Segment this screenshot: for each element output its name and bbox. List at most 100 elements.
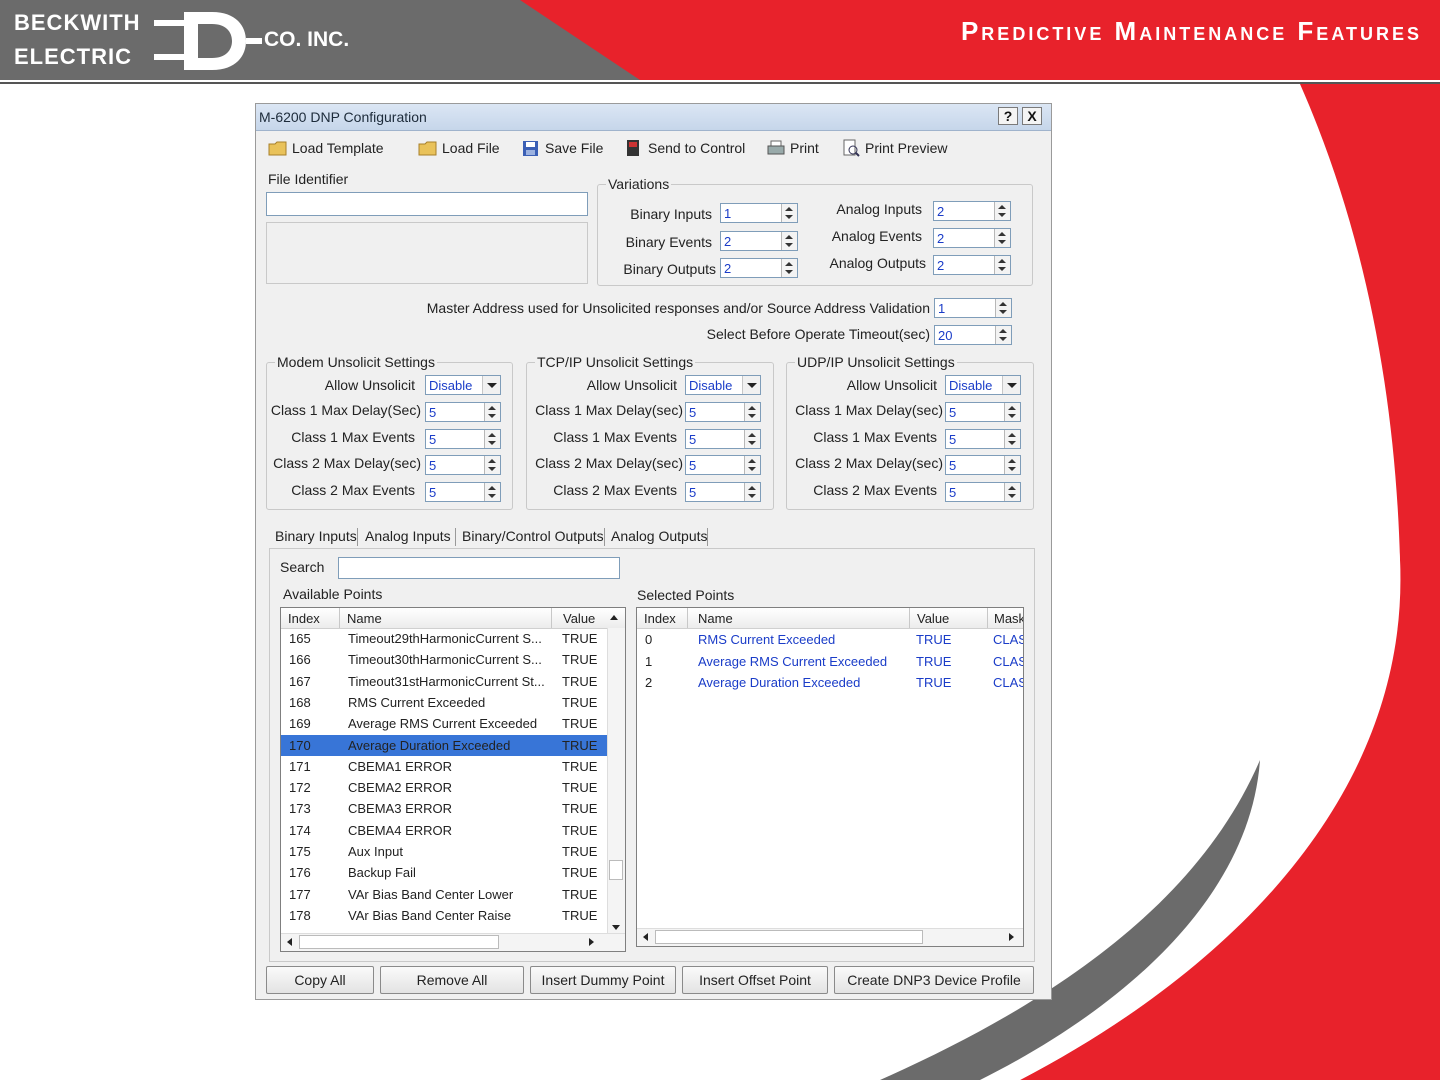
col-mask-header[interactable]: Mask <box>994 611 1023 626</box>
tcpip-c2-events-spinner[interactable]: 5 <box>685 482 761 502</box>
table-row[interactable]: 168 RMS Current Exceeded TRUE <box>281 692 609 713</box>
selected-horizontal-scrollbar[interactable] <box>637 928 1023 946</box>
binary-outputs-spinner[interactable]: 2 <box>720 258 798 278</box>
spinner-arrows-icon[interactable] <box>781 232 797 250</box>
spinner-arrows-icon[interactable] <box>744 430 760 448</box>
tab-binary-control-outputs[interactable]: Binary/Control Outputs <box>462 524 604 548</box>
spinner-arrows-icon[interactable] <box>484 430 500 448</box>
insert-offset-point-button[interactable]: Insert Offset Point <box>682 966 828 994</box>
tab-analog-outputs[interactable]: Analog Outputs <box>611 524 709 548</box>
udpip-c2-delay-spinner[interactable]: 5 <box>945 455 1021 475</box>
help-button[interactable]: ? <box>998 107 1018 125</box>
spinner-arrows-icon[interactable] <box>484 483 500 501</box>
remove-all-button[interactable]: Remove All <box>380 966 524 994</box>
table-row[interactable]: 165 Timeout29thHarmonicCurrent S... TRUE <box>281 628 609 649</box>
file-identifier-input[interactable] <box>266 192 588 216</box>
table-row[interactable]: 167 Timeout31stHarmonicCurrent St... TRUE <box>281 671 609 692</box>
tcpip-c1-events-spinner[interactable]: 5 <box>685 429 761 449</box>
col-index-header[interactable]: Index <box>288 611 320 626</box>
tab-binary-inputs[interactable]: Binary Inputs <box>269 524 357 548</box>
binary-events-spinner[interactable]: 2 <box>720 231 798 251</box>
spinner-arrows-icon[interactable] <box>1004 483 1020 501</box>
spinner-arrows-icon[interactable] <box>994 256 1010 274</box>
spinner-arrows-icon[interactable] <box>995 326 1011 344</box>
binary-inputs-spinner[interactable]: 1 <box>720 203 798 223</box>
udpip-c2-events-spinner[interactable]: 5 <box>945 482 1021 502</box>
tcpip-c2-delay-spinner[interactable]: 5 <box>685 455 761 475</box>
file-identifier-notes[interactable] <box>266 222 588 284</box>
col-value-header[interactable]: Value <box>563 611 595 626</box>
col-name-header[interactable]: Name <box>347 611 382 626</box>
chevron-down-icon[interactable] <box>482 376 500 394</box>
modem-c2-events-spinner[interactable]: 5 <box>425 482 501 502</box>
table-row[interactable]: 166 Timeout30thHarmonicCurrent S... TRUE <box>281 649 609 670</box>
copy-all-button[interactable]: Copy All <box>266 966 374 994</box>
insert-dummy-point-button[interactable]: Insert Dummy Point <box>530 966 676 994</box>
scroll-left-icon[interactable] <box>287 938 292 946</box>
scroll-thumb[interactable] <box>609 860 623 880</box>
spinner-arrows-icon[interactable] <box>781 259 797 277</box>
udpip-c1-delay-spinner[interactable]: 5 <box>945 402 1021 422</box>
col-name-header[interactable]: Name <box>698 611 733 626</box>
chevron-down-icon[interactable] <box>742 376 760 394</box>
table-row[interactable]: 169 Average RMS Current Exceeded TRUE <box>281 713 609 734</box>
table-row[interactable]: 1 Average RMS Current Exceeded TRUE CLAS <box>637 651 1023 672</box>
modem-c2-delay-spinner[interactable]: 5 <box>425 455 501 475</box>
scroll-thumb[interactable] <box>655 930 923 944</box>
search-input[interactable] <box>338 557 620 579</box>
modem-allow-select[interactable]: Disable <box>425 375 501 395</box>
table-row[interactable]: 170 Average Duration Exceeded TRUE <box>281 734 609 756</box>
modem-c1-delay-value: 5 <box>429 405 437 420</box>
modem-c1-events-spinner[interactable]: 5 <box>425 429 501 449</box>
analog-inputs-spinner[interactable]: 2 <box>933 201 1011 221</box>
modem-c1-delay-spinner[interactable]: 5 <box>425 402 501 422</box>
selected-points-list[interactable]: Index Name Value Mask 0 RMS Current Excee… <box>636 607 1024 947</box>
col-value-header[interactable]: Value <box>917 611 949 626</box>
available-points-list[interactable]: Index Name Value 165 Timeout29thHarmonicC… <box>280 607 626 952</box>
table-row[interactable]: 178 VAr Bias Band Center Raise TRUE <box>281 905 609 926</box>
spinner-arrows-icon[interactable] <box>995 299 1011 317</box>
udpip-allow-select[interactable]: Disable <box>945 375 1021 395</box>
spinner-arrows-icon[interactable] <box>484 403 500 421</box>
tcpip-allow-select[interactable]: Disable <box>685 375 761 395</box>
available-vertical-scrollbar[interactable] <box>607 628 625 936</box>
table-row[interactable]: 171 CBEMA1 ERROR TRUE <box>281 756 609 777</box>
create-dnp3-profile-button[interactable]: Create DNP3 Device Profile <box>834 966 1034 994</box>
tcpip-c1-delay-spinner[interactable]: 5 <box>685 402 761 422</box>
table-row[interactable]: 172 CBEMA2 ERROR TRUE <box>281 777 609 798</box>
spinner-arrows-icon[interactable] <box>1004 403 1020 421</box>
scroll-thumb[interactable] <box>299 935 499 949</box>
scroll-left-icon[interactable] <box>643 933 648 941</box>
col-index-header[interactable]: Index <box>644 611 676 626</box>
binary-events-label: Binary Events <box>625 234 712 250</box>
master-address-spinner[interactable]: 1 <box>934 298 1012 318</box>
tab-analog-inputs[interactable]: Analog Inputs <box>365 524 457 548</box>
window-titlebar[interactable]: M-6200 DNP Configuration ? X <box>256 104 1051 131</box>
spinner-arrows-icon[interactable] <box>744 456 760 474</box>
table-row[interactable]: 0 RMS Current Exceeded TRUE CLAS <box>637 629 1023 650</box>
sbo-timeout-spinner[interactable]: 20 <box>934 325 1012 345</box>
udpip-c1-events-spinner[interactable]: 5 <box>945 429 1021 449</box>
spinner-arrows-icon[interactable] <box>994 202 1010 220</box>
table-row[interactable]: 175 Aux Input TRUE <box>281 841 609 862</box>
table-row[interactable]: 176 Backup Fail TRUE <box>281 862 609 883</box>
analog-events-spinner[interactable]: 2 <box>933 228 1011 248</box>
spinner-arrows-icon[interactable] <box>484 456 500 474</box>
table-row[interactable]: 177 VAr Bias Band Center Lower TRUE <box>281 884 609 905</box>
spinner-arrows-icon[interactable] <box>1004 430 1020 448</box>
analog-outputs-spinner[interactable]: 2 <box>933 255 1011 275</box>
available-horizontal-scrollbar[interactable] <box>281 933 625 951</box>
spinner-arrows-icon[interactable] <box>1004 456 1020 474</box>
scroll-right-icon[interactable] <box>1009 933 1014 941</box>
spinner-arrows-icon[interactable] <box>994 229 1010 247</box>
spinner-arrows-icon[interactable] <box>781 204 797 222</box>
scroll-right-icon[interactable] <box>589 938 594 946</box>
spinner-arrows-icon[interactable] <box>744 403 760 421</box>
scroll-down-icon[interactable] <box>612 925 620 930</box>
spinner-arrows-icon[interactable] <box>744 483 760 501</box>
chevron-down-icon[interactable] <box>1002 376 1020 394</box>
table-row[interactable]: 173 CBEMA3 ERROR TRUE <box>281 798 609 819</box>
close-button[interactable]: X <box>1022 107 1042 125</box>
table-row[interactable]: 174 CBEMA4 ERROR TRUE <box>281 820 609 841</box>
table-row[interactable]: 2 Average Duration Exceeded TRUE CLAS <box>637 672 1023 693</box>
